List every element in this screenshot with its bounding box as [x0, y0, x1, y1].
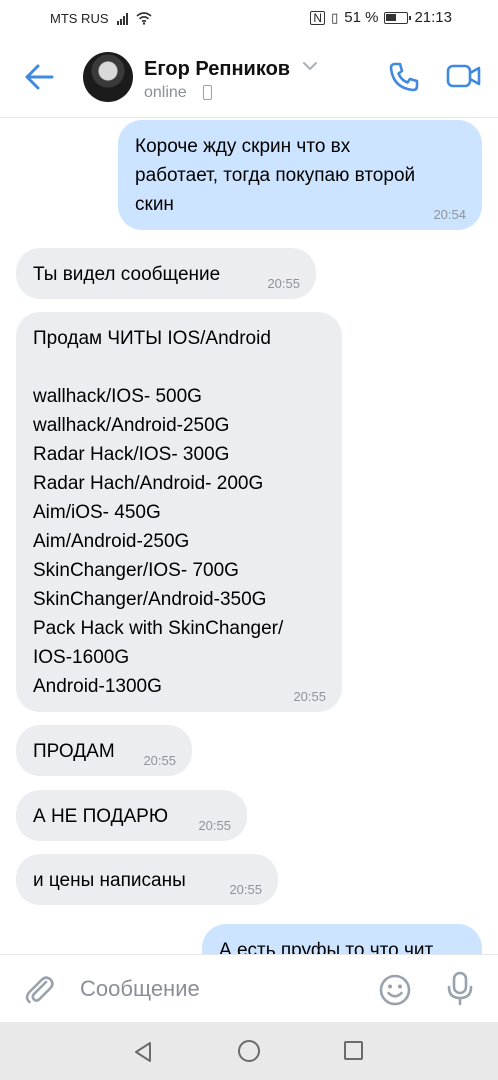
message-bubble[interactable]: А есть пруфы то что чит [202, 924, 482, 954]
nfc-icon: N [310, 10, 326, 25]
chevron-down-icon[interactable] [302, 60, 318, 72]
clock: 21:13 [414, 9, 452, 26]
nav-back-icon[interactable] [132, 1041, 154, 1063]
system-nav-bar [0, 1022, 498, 1080]
message-bubble[interactable]: А НЕ ПОДАРЮ 20:55 [16, 790, 247, 841]
message-bubble[interactable]: ПРОДАМ 20:55 [16, 725, 192, 776]
back-arrow-icon[interactable] [22, 62, 56, 92]
presence-status: online [144, 84, 187, 101]
message-bubble[interactable]: Короче жду скрин что вх работает, тогда … [118, 120, 482, 230]
battery-icon [384, 11, 412, 24]
message-bubble[interactable]: Продам ЧИТЫ IOS/Android wallhack/IOS- 50… [16, 312, 342, 712]
message-input[interactable]: Сообщение [80, 976, 200, 1002]
carrier-name: MTS RUS [50, 11, 109, 26]
vibrate-icon: ▯ [331, 9, 339, 25]
wifi-icon [135, 12, 152, 25]
battery-percent: 51 % [344, 9, 379, 26]
message-time: 20:55 [267, 276, 300, 291]
paperclip-icon[interactable] [22, 973, 56, 1007]
message-text: Продам ЧИТЫ IOS/Android wallhack/IOS- 50… [33, 328, 284, 697]
message-list[interactable]: Короче жду скрин что вх работает, тогда … [0, 118, 498, 954]
video-call-icon[interactable] [446, 62, 482, 90]
contact-name[interactable]: Егор Репников [144, 58, 290, 81]
message-text: А есть пруфы то что чит [219, 940, 434, 954]
message-bubble[interactable]: и цены написаны 20:55 [16, 854, 278, 905]
message-time: 20:55 [229, 882, 262, 897]
message-time: 20:55 [198, 818, 231, 833]
nav-home-icon[interactable] [238, 1040, 260, 1062]
message-composer: Сообщение [0, 954, 498, 1022]
avatar[interactable] [83, 52, 133, 102]
status-bar: MTS RUS N ▯ 51 % 21:13 [0, 0, 498, 38]
message-bubble[interactable]: Ты видел сообщение 20:55 [16, 248, 316, 299]
chat-header: Егор Репников online [0, 38, 498, 118]
microphone-icon[interactable] [446, 971, 474, 1007]
message-time: 20:54 [433, 207, 466, 222]
nav-recents-icon[interactable] [344, 1041, 363, 1060]
message-time: 20:55 [143, 753, 176, 768]
phone-icon [203, 85, 212, 100]
signal-icon [116, 12, 128, 25]
message-text: Ты видел сообщение [33, 264, 221, 285]
message-text: Короче жду скрин что вх работает, тогда … [135, 136, 416, 215]
smile-icon[interactable] [378, 973, 412, 1007]
call-icon[interactable] [387, 60, 421, 94]
message-time: 20:55 [293, 689, 326, 704]
message-text: и цены написаны [33, 870, 186, 891]
